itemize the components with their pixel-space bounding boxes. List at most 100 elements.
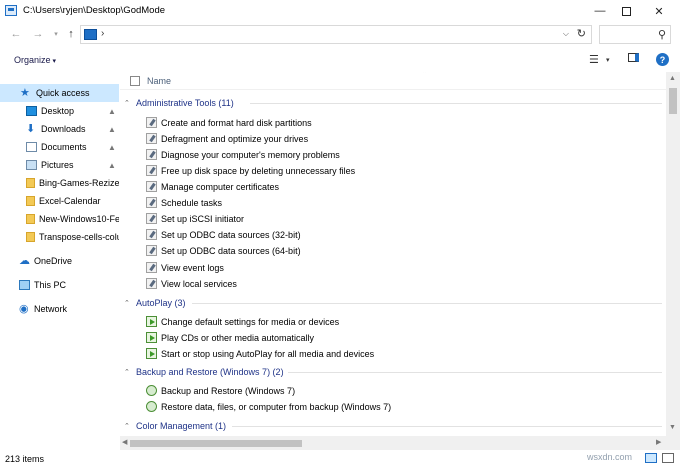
group-header-color-management[interactable]: ⌃ Color Management (1) [124, 419, 226, 433]
sort-ascending-icon: ⌃ [421, 72, 428, 78]
sidebar-item-pictures[interactable]: Pictures ▲ [0, 156, 119, 174]
sidebar-item-downloads[interactable]: ⬇ Downloads ▲ [0, 120, 119, 138]
folder-icon [26, 232, 35, 242]
scroll-up-icon[interactable]: ▲ [669, 75, 676, 82]
maximize-button[interactable] [610, 0, 642, 22]
control-panel-icon [84, 29, 97, 40]
organize-label: Organize [14, 55, 51, 65]
list-item[interactable]: Manage computer certificates [146, 179, 279, 194]
list-item[interactable]: Diagnose your computer's memory problems [146, 147, 340, 162]
group-divider [250, 103, 662, 104]
list-item[interactable]: View event logs [146, 260, 224, 275]
pictures-icon [26, 160, 37, 170]
address-dropdown-icon[interactable]: ⌵ [563, 29, 569, 39]
item-label: Create and format hard disk partitions [161, 117, 312, 128]
group-header-autoplay[interactable]: ⌃ AutoPlay (3) [124, 296, 186, 310]
vertical-scrollbar[interactable]: ▲ ▼ [666, 72, 680, 450]
horizontal-scrollbar[interactable]: ◀ ▶ [120, 436, 666, 450]
large-icons-view-icon[interactable] [662, 453, 674, 463]
sidebar-item-network[interactable]: ◉ Network [0, 300, 119, 318]
list-item[interactable]: Play CDs or other media automatically [146, 330, 314, 345]
group-header-backup-and-restore[interactable]: ⌃ Backup and Restore (Windows 7) (2) [124, 365, 284, 379]
item-label: Backup and Restore (Windows 7) [161, 385, 296, 396]
sidebar-item-folder[interactable]: Bing-Games-Rezize [0, 174, 119, 192]
window-title: C:\Users\ryjen\Desktop\GodMode [23, 5, 166, 16]
group-header-administrative-tools[interactable]: ⌃ Administrative Tools (11) [124, 96, 234, 110]
pin-icon: ▲ [108, 106, 116, 116]
scroll-left-icon[interactable]: ◀ [122, 438, 127, 446]
help-icon[interactable]: ? [656, 53, 669, 66]
recent-locations-button[interactable]: ▾ [48, 26, 64, 42]
file-list: ⌃ Name ⌃ Administrative Tools (11) Creat… [120, 72, 666, 436]
folder-window-icon [5, 5, 17, 16]
chevron-down-icon[interactable]: ▾ [606, 56, 610, 64]
back-button[interactable]: ← [8, 26, 24, 42]
list-item[interactable]: Restore data, files, or computer from ba… [146, 399, 391, 414]
sidebar-item-documents[interactable]: Documents ▲ [0, 138, 119, 156]
pin-icon: ▲ [108, 142, 116, 152]
item-label: View event logs [161, 262, 224, 273]
list-item[interactable]: Free up disk space by deleting unnecessa… [146, 163, 355, 178]
computer-icon [19, 280, 30, 290]
sidebar-item-onedrive[interactable]: ☁ OneDrive [0, 252, 119, 270]
backup-icon [146, 401, 157, 412]
item-label: Diagnose your computer's memory problems [161, 149, 340, 160]
chevron-up-icon: ⌃ [124, 100, 130, 107]
sidebar-item-folder[interactable]: Transpose-cells-colu [0, 228, 119, 246]
scroll-right-icon[interactable]: ▶ [656, 438, 661, 446]
close-button[interactable]: ✕ [643, 0, 675, 22]
view-options-icon[interactable]: ☰ [589, 53, 599, 66]
list-item[interactable]: Backup and Restore (Windows 7) [146, 383, 295, 398]
command-bar: Organize ▾ ☰ ▾ [0, 48, 680, 72]
admin-tool-icon [146, 165, 157, 176]
sidebar-item-folder[interactable]: Excel-Calendar [0, 192, 119, 210]
list-item[interactable]: Create and format hard disk partitions [146, 115, 312, 130]
select-all-checkbox[interactable] [130, 76, 140, 86]
sidebar-item-this-pc[interactable]: This PC [0, 276, 119, 294]
group-divider [288, 372, 662, 373]
address-bar[interactable]: › ⌵ ↻ [80, 25, 592, 44]
autoplay-icon [146, 348, 157, 359]
search-input[interactable]: ⚲ [599, 25, 671, 44]
folder-icon [26, 214, 35, 224]
list-item[interactable]: Start or stop using AutoPlay for all med… [146, 346, 374, 361]
vertical-scroll-thumb[interactable] [669, 88, 677, 114]
breadcrumb-separator[interactable]: › [101, 28, 104, 39]
column-header-name[interactable]: Name [147, 76, 171, 86]
list-item[interactable]: Change default settings for media or dev… [146, 314, 339, 329]
admin-tool-icon [146, 213, 157, 224]
list-item[interactable]: Set up ODBC data sources (64-bit) [146, 243, 301, 258]
item-label: Change default settings for media or dev… [161, 316, 340, 327]
list-item[interactable]: Set up ODBC data sources (32-bit) [146, 227, 301, 242]
folder-icon [26, 178, 35, 188]
up-button[interactable]: ↑ [63, 26, 79, 42]
group-label: Backup and Restore (Windows 7) (2) [136, 367, 284, 377]
network-icon: ◉ [19, 302, 29, 315]
list-item[interactable]: Set up iSCSI initiator [146, 211, 244, 226]
organize-button[interactable]: Organize ▾ [14, 55, 56, 65]
sidebar-item-folder[interactable]: New-Windows10-Fe [0, 210, 119, 228]
sidebar-item-quick-access[interactable]: ★ Quick access [0, 84, 119, 102]
list-item[interactable]: Schedule tasks [146, 195, 222, 210]
list-item[interactable]: View local services [146, 276, 237, 291]
documents-icon [26, 142, 37, 152]
preview-pane-icon[interactable] [628, 53, 639, 65]
search-icon: ⚲ [657, 29, 666, 41]
item-label: Set up ODBC data sources (32-bit) [161, 229, 301, 240]
status-bar: 213 items [0, 450, 680, 467]
list-item[interactable]: Defragment and optimize your drives [146, 131, 308, 146]
sidebar-item-desktop[interactable]: Desktop ▲ [0, 102, 119, 120]
admin-tool-icon [146, 197, 157, 208]
navigation-pane: ★ Quick access Desktop ▲ ⬇ Downloads ▲ D… [0, 72, 120, 450]
download-icon: ⬇ [26, 122, 36, 135]
refresh-icon[interactable]: ↻ [577, 27, 586, 40]
forward-button[interactable]: → [30, 26, 46, 42]
details-view-icon[interactable] [645, 453, 657, 463]
title-bar: C:\Users\ryjen\Desktop\GodMode — ✕ [0, 0, 680, 22]
horizontal-scroll-thumb[interactable] [130, 440, 302, 447]
scroll-down-icon[interactable]: ▼ [669, 424, 676, 431]
admin-tool-icon [146, 245, 157, 256]
item-label: Set up iSCSI initiator [161, 213, 245, 224]
header-divider [120, 89, 666, 90]
sidebar-item-label: Network [34, 304, 68, 314]
